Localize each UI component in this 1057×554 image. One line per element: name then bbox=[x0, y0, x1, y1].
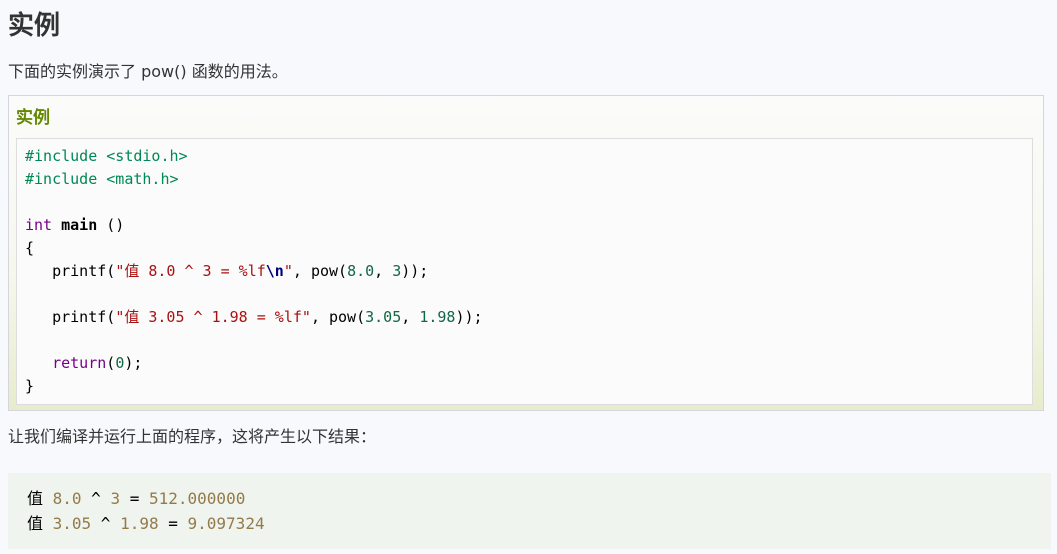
code-token: printf bbox=[52, 308, 107, 326]
code-line: ​ bbox=[25, 283, 1032, 306]
code-line: ​ bbox=[25, 191, 1032, 214]
code-block[interactable]: #include <stdio.h>#include <math.h>​int … bbox=[16, 138, 1033, 405]
code-token: \n bbox=[265, 262, 284, 280]
code-line: } bbox=[25, 375, 1032, 398]
code-line: int main () bbox=[25, 214, 1032, 237]
output-token: ^ bbox=[91, 514, 121, 533]
output-token: 512.000000 bbox=[149, 489, 246, 508]
code-token: ( bbox=[356, 308, 366, 326]
code-token: , bbox=[292, 262, 311, 280]
code-token: " bbox=[283, 262, 293, 280]
code-token: pow bbox=[310, 262, 339, 280]
code-token: printf bbox=[52, 262, 107, 280]
code-token: { bbox=[25, 239, 35, 257]
code-token: 3 bbox=[392, 262, 402, 280]
code-token: )); bbox=[455, 308, 483, 326]
output-token: 值 bbox=[27, 514, 53, 533]
output-token: 8.0 bbox=[52, 489, 82, 508]
code-token: )); bbox=[401, 262, 429, 280]
code-token: #include <stdio.h> bbox=[25, 147, 188, 165]
code-token: () bbox=[97, 216, 125, 234]
result-intro-text: 让我们编译并运行上面的程序，这将产生以下结果： bbox=[8, 427, 377, 446]
output-token: 1.98 bbox=[120, 514, 159, 533]
code-token: return bbox=[52, 354, 107, 372]
output-token: = bbox=[158, 514, 188, 533]
code-token: 1.98 bbox=[419, 308, 456, 326]
code-token: ); bbox=[124, 354, 143, 372]
page-title: 实例 bbox=[8, 11, 61, 41]
output-token: 9.097324 bbox=[187, 514, 265, 533]
code-token: ( bbox=[106, 262, 116, 280]
output-token: 值 bbox=[27, 489, 53, 508]
code-token: ( bbox=[106, 354, 116, 372]
code-token: , bbox=[374, 262, 393, 280]
code-token: ( bbox=[338, 262, 348, 280]
code-token: int bbox=[25, 216, 53, 234]
code-token: 8.0 bbox=[347, 262, 375, 280]
code-token: , bbox=[401, 308, 420, 326]
code-line: { bbox=[25, 237, 1032, 260]
output-token: 3.05 bbox=[52, 514, 92, 533]
code-token: main bbox=[61, 216, 98, 234]
output-token: ^ bbox=[81, 489, 111, 508]
code-line: printf("值 3.05 ^ 1.98 = %lf", pow(3.05, … bbox=[25, 306, 1032, 329]
code-token: , bbox=[310, 308, 329, 326]
code-token: 0 bbox=[115, 354, 125, 372]
code-line: return(0); bbox=[25, 352, 1032, 375]
output-token: 3 bbox=[110, 489, 121, 508]
code-token: "值 8.0 ^ 3 = %lf bbox=[115, 262, 266, 280]
intro-text: 下面的实例演示了 pow() 函数的用法。 bbox=[8, 62, 288, 81]
output-line: 值 3.05 ^ 1.98 = 9.097324 bbox=[27, 511, 1051, 536]
code-token: ( bbox=[106, 308, 116, 326]
output-token: = bbox=[120, 489, 149, 508]
code-line: printf("值 8.0 ^ 3 = %lf\n", pow(8.0, 3))… bbox=[25, 260, 1032, 283]
output-line: 值 8.0 ^ 3 = 512.000000 bbox=[27, 486, 1051, 511]
code-token: "值 3.05 ^ 1.98 = %lf" bbox=[115, 308, 311, 326]
example-label: 实例 bbox=[16, 108, 50, 128]
code-line: #include <math.h> bbox=[25, 168, 1032, 191]
example-box: 实例 #include <stdio.h>#include <math.h>​i… bbox=[8, 95, 1044, 411]
code-token: } bbox=[25, 377, 35, 395]
code-line: #include <stdio.h> bbox=[25, 145, 1032, 168]
code-token: #include <math.h> bbox=[25, 170, 179, 188]
code-token: pow bbox=[329, 308, 357, 326]
code-line: ​ bbox=[25, 329, 1032, 352]
output-block: 值 8.0 ^ 3 = 512.000000 值 3.05 ^ 1.98 = 9.… bbox=[8, 473, 1051, 549]
code-token: 3.05 bbox=[365, 308, 402, 326]
